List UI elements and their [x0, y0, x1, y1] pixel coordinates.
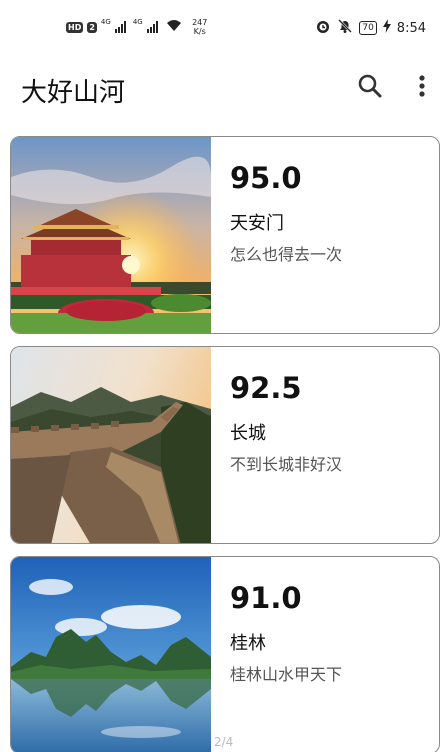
signal-icon-2	[146, 21, 158, 33]
place-card-guilin[interactable]: 91.0 桂林 桂林山水甲天下	[10, 556, 440, 752]
tiananmen-photo	[11, 137, 211, 333]
search-button[interactable]	[354, 70, 386, 102]
place-name: 天安门	[230, 213, 284, 234]
charging-icon	[382, 19, 391, 37]
place-score: 95.0	[230, 161, 302, 195]
network-speed: 247 K/s	[190, 18, 210, 36]
network-speed-unit: K/s	[193, 27, 206, 36]
status-right: 70 8:54	[315, 18, 426, 38]
status-time: 8:54	[396, 20, 426, 36]
network-type-1: 4G	[100, 18, 111, 26]
more-vert-icon	[419, 75, 425, 97]
place-name: 桂林	[230, 633, 266, 654]
signal-icon	[114, 21, 126, 33]
wifi-icon	[166, 19, 182, 35]
hd-badge: HD	[66, 21, 84, 33]
place-score: 91.0	[230, 581, 302, 615]
status-left: HD 2 4G 4G 247 K/s	[66, 18, 210, 36]
place-card-great-wall[interactable]: 92.5 长城 不到长城非好汉	[10, 346, 440, 544]
great-wall-photo	[11, 347, 211, 543]
place-description: 桂林山水甲天下	[230, 665, 343, 684]
more-options-button[interactable]	[406, 70, 438, 102]
page-indicator: 2/4	[214, 735, 234, 749]
alarm-icon	[315, 18, 331, 38]
place-name: 长城	[230, 423, 266, 444]
guilin-photo	[11, 557, 211, 752]
app-bar: 大好山河	[0, 56, 448, 120]
status-bar: HD 2 4G 4G 247 K/s 70 8:54	[0, 0, 448, 56]
place-score: 92.5	[230, 371, 302, 405]
place-card-tiananmen[interactable]: 95.0 天安门 怎么也得去一次	[10, 136, 440, 334]
search-icon	[358, 74, 382, 98]
page-title: 大好山河	[21, 78, 126, 108]
sim-badge: 2	[87, 21, 97, 33]
place-description: 不到长城非好汉	[230, 455, 343, 474]
mute-icon	[337, 18, 353, 38]
network-type-2: 4G	[132, 18, 143, 26]
battery-icon: 70	[359, 21, 377, 35]
network-speed-value: 247	[192, 18, 208, 27]
place-description: 怎么也得去一次	[230, 245, 343, 264]
